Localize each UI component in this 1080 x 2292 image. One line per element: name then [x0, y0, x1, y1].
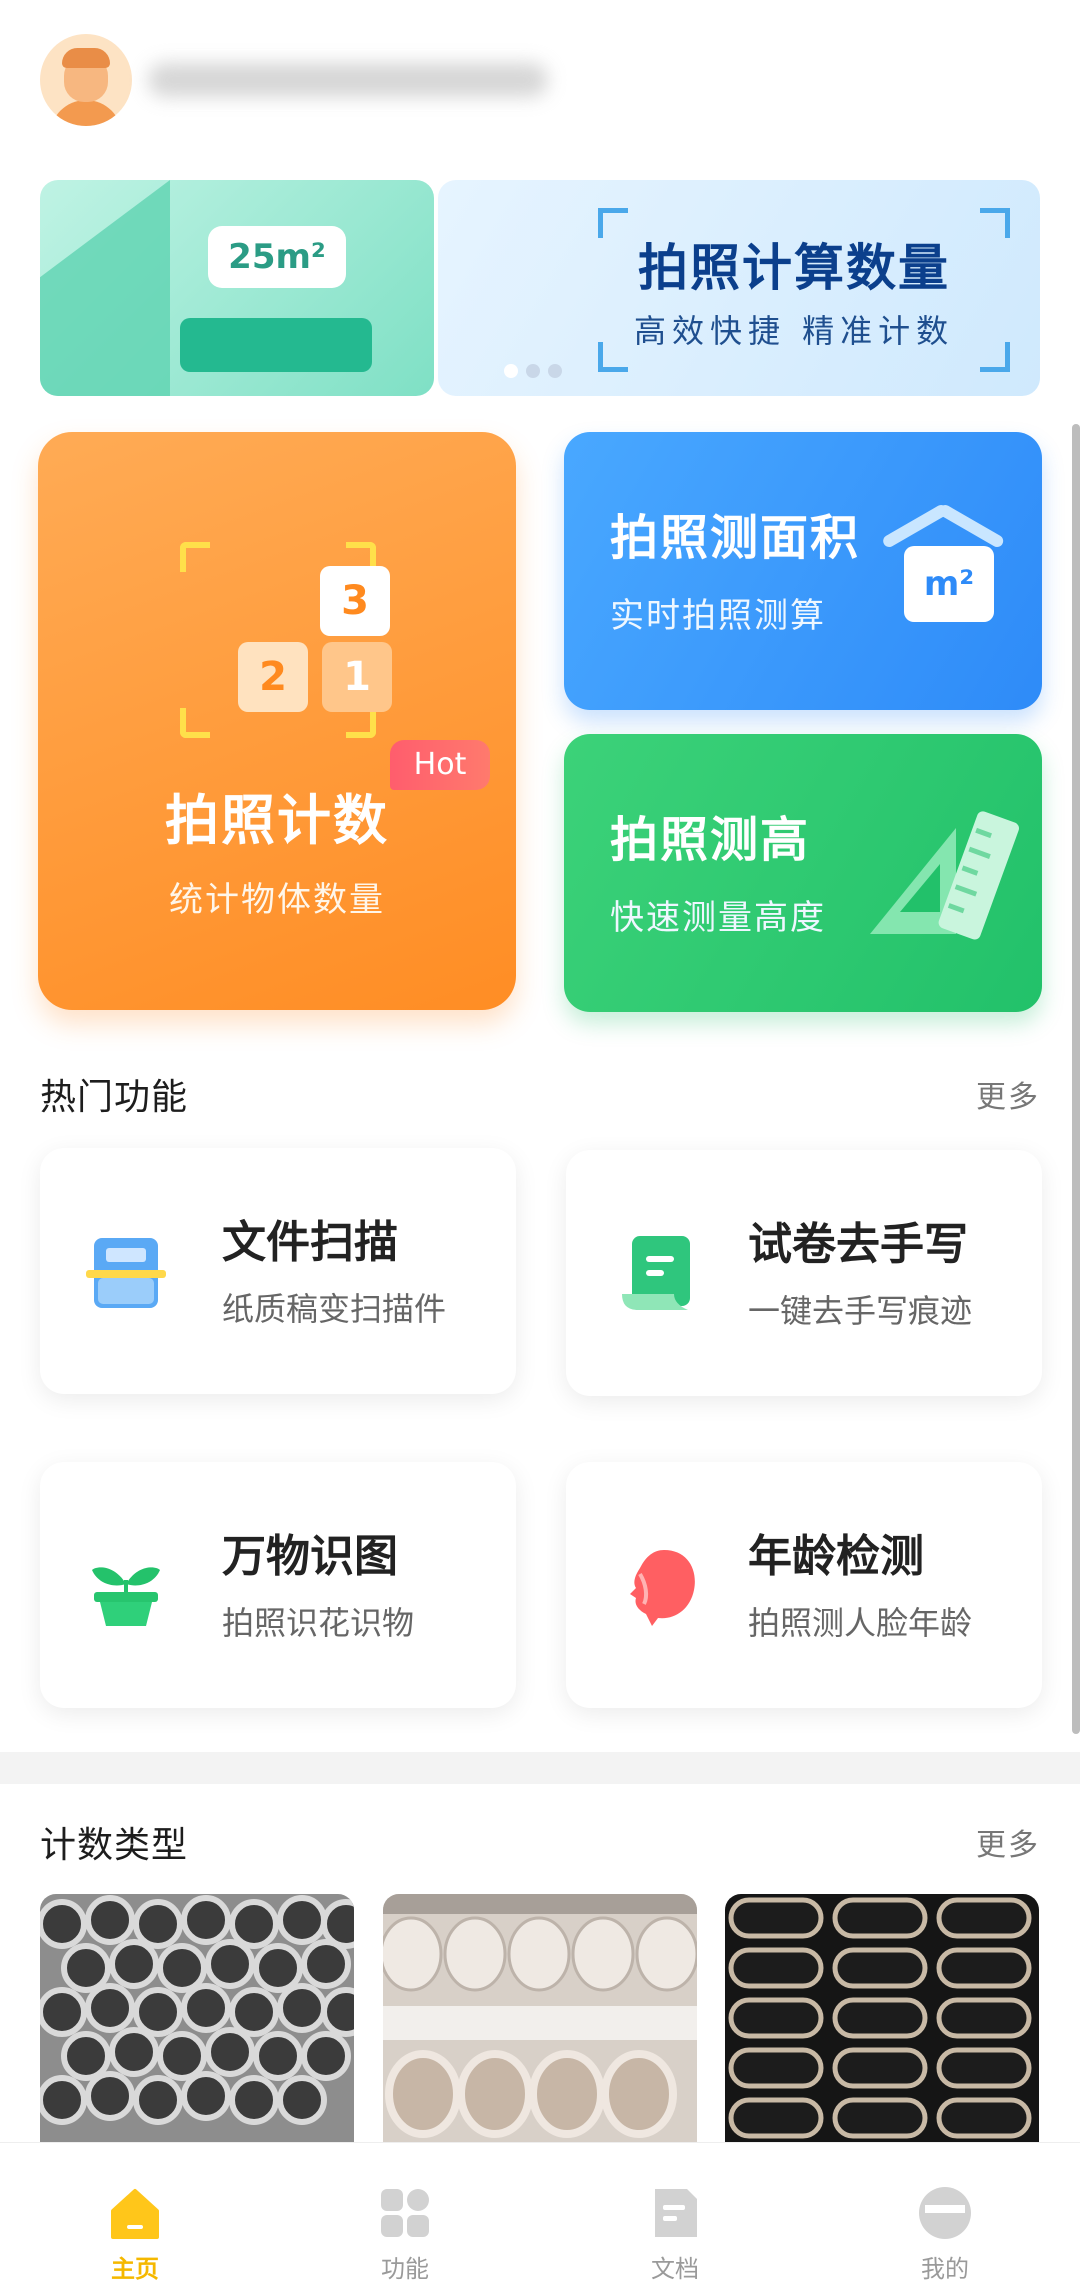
count-card-title: 拍照计数: [165, 789, 389, 852]
nav-label: 我的: [921, 2255, 969, 2283]
count-types-more-link[interactable]: 更多: [976, 1820, 1040, 1864]
apps-icon: [381, 2189, 429, 2237]
photo-height-card[interactable]: 拍照测高 快速测量高度: [564, 734, 1042, 1012]
height-card-title: 拍照测高: [610, 812, 811, 868]
tool-card-scan[interactable]: 文件扫描 纸质稿变扫描件: [40, 1148, 516, 1394]
count-box-3: 3: [320, 566, 390, 636]
tool-desc: 拍照测人脸年龄: [748, 1604, 973, 1642]
area-tag: 25m²: [208, 226, 346, 288]
home-icon: [111, 2189, 159, 2239]
banner-title: 拍照计算数量: [638, 239, 950, 297]
bracket-bottom-left: [598, 342, 628, 372]
user-avatar[interactable]: [40, 34, 132, 126]
profile-header[interactable]: [40, 30, 1040, 130]
pagination-dot[interactable]: [548, 364, 562, 378]
area-card-title: 拍照测面积: [610, 510, 861, 566]
house-area-icon: m²: [881, 502, 1012, 624]
banner-wall-shape: [40, 180, 170, 396]
ruler-icon: [180, 318, 372, 372]
nav-documents[interactable]: 文档: [540, 2143, 810, 2292]
tool-desc: 纸质稿变扫描件: [222, 1290, 447, 1328]
steel-pipes-photo[interactable]: [40, 1894, 354, 2144]
scanner-icon: [86, 1238, 166, 1308]
roof-right: [937, 502, 1006, 550]
nav-functions[interactable]: 功能: [270, 2143, 540, 2292]
tool-desc: 拍照识花识物: [222, 1604, 415, 1642]
nav-label: 主页: [111, 2255, 159, 2283]
height-card-subtitle: 快速测量高度: [610, 898, 826, 938]
oval-tubes-photo[interactable]: [725, 1894, 1039, 2144]
count-types-header: 计数类型 更多: [40, 1816, 1040, 1868]
document-icon: [655, 2189, 697, 2237]
hot-functions-header: 热门功能 更多: [40, 1068, 1040, 1120]
paper-icon: [622, 1236, 690, 1310]
tool-desc: 一键去手写痕迹: [748, 1292, 973, 1330]
count-boxes-icon: 3 2 1: [180, 542, 392, 738]
nav-label: 文档: [651, 2255, 699, 2283]
photo-count-card[interactable]: 3 2 1 Hot 拍照计数 统计物体数量: [38, 432, 516, 1010]
corner-mark: [180, 708, 210, 738]
plant-icon: [92, 1567, 160, 1626]
count-box-1: 1: [322, 642, 392, 712]
tool-name: 文件扫描: [222, 1217, 398, 1268]
avatar-body: [50, 100, 122, 126]
avatar-hair: [62, 48, 110, 68]
hot-functions-more-link[interactable]: 更多: [976, 1072, 1040, 1116]
banner-subtitle: 高效快捷 精准计数: [634, 312, 955, 350]
nav-label: 功能: [381, 2255, 429, 2283]
corner-mark: [346, 708, 376, 738]
photo-area-card[interactable]: 拍照测面积 实时拍照测算 m²: [564, 432, 1042, 710]
tool-card-identify[interactable]: 万物识图 拍照识花识物: [40, 1462, 516, 1708]
pagination-dot[interactable]: [526, 364, 540, 378]
tool-card-remove-handwriting[interactable]: 试卷去手写 一键去手写痕迹: [566, 1150, 1042, 1396]
house-wall: m²: [904, 546, 994, 622]
area-card-subtitle: 实时拍照测算: [610, 596, 826, 636]
bracket-bottom-right: [980, 342, 1010, 372]
triangle-ruler-icon: [870, 811, 1019, 940]
tool-name: 试卷去手写: [748, 1219, 968, 1270]
count-types-title: 计数类型: [40, 1825, 189, 1866]
count-box-2: 2: [238, 642, 308, 712]
corner-mark: [180, 542, 210, 572]
section-divider: [0, 1752, 1080, 1784]
scrollbar[interactable]: [1072, 424, 1080, 1734]
profile-icon: [919, 2187, 971, 2239]
banner-area-image[interactable]: 25m²: [40, 180, 434, 396]
tool-name: 年龄检测: [748, 1531, 924, 1582]
bottom-navigation: 主页 功能 文档 我的: [0, 2142, 1080, 2292]
pvc-pipes-photo[interactable]: [383, 1894, 697, 2144]
bracket-top-left: [598, 208, 628, 238]
hot-functions-title: 热门功能: [40, 1077, 189, 1118]
nav-home[interactable]: 主页: [0, 2143, 270, 2292]
blurred-username: [148, 63, 548, 97]
banner-pagination: [504, 364, 562, 378]
pagination-dot[interactable]: [504, 364, 518, 378]
bracket-top-right: [980, 208, 1010, 238]
nav-profile[interactable]: 我的: [810, 2143, 1080, 2292]
face-icon: [630, 1550, 695, 1626]
count-card-subtitle: 统计物体数量: [169, 880, 385, 920]
tool-name: 万物识图: [222, 1531, 398, 1582]
tool-card-age-detect[interactable]: 年龄检测 拍照测人脸年龄: [566, 1462, 1042, 1708]
